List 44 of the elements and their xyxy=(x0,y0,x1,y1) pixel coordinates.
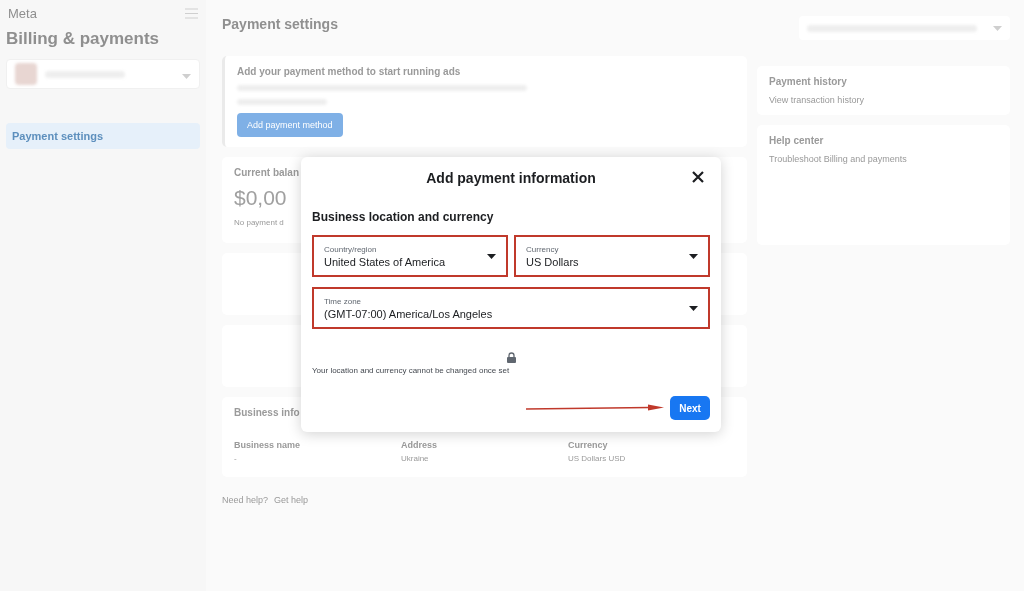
dialog-title: Add payment information xyxy=(426,170,596,186)
field-value: (GMT-07:00) America/Los Angeles xyxy=(324,307,493,320)
field-value: - xyxy=(234,454,237,463)
card-title: Payment history xyxy=(769,76,847,87)
close-button[interactable] xyxy=(690,169,706,185)
card-title: Help center xyxy=(769,135,824,146)
account-dropdown[interactable] xyxy=(799,16,1010,40)
card-title: Current balan xyxy=(234,167,299,178)
note-text: Your location and currency cannot be changed once set xyxy=(312,366,510,375)
caret-icon xyxy=(487,253,496,259)
account-picker[interactable] xyxy=(6,59,200,89)
sidebar-item[interactable]: Payment settings xyxy=(6,123,200,149)
caret-icon xyxy=(993,25,1002,31)
menu-icon[interactable] xyxy=(185,8,198,19)
balance-note: No payment d xyxy=(234,218,284,227)
alert-title: Add your payment method to start running ads xyxy=(237,66,461,77)
get-help-link[interactable]: Get help xyxy=(274,495,309,505)
add-payment-button[interactable]: Add payment method xyxy=(237,113,343,137)
field-label: Business name xyxy=(234,440,301,450)
field-label: Country/region xyxy=(324,244,377,254)
field-label: Time zone xyxy=(324,296,362,306)
caret-icon xyxy=(689,305,698,311)
caret-icon xyxy=(689,253,698,259)
transaction-history-link[interactable]: View transaction history xyxy=(769,95,864,105)
field-label: Currency xyxy=(568,440,608,450)
next-button[interactable]: Next xyxy=(670,396,710,420)
caret-icon xyxy=(182,74,191,79)
card-title: Business info xyxy=(234,407,300,418)
dropdown-field[interactable]: Country/region United States of America xyxy=(312,235,508,277)
avatar xyxy=(15,63,37,85)
section-heading: Business location and currency xyxy=(312,210,495,224)
logo: Meta xyxy=(8,6,37,21)
dropdown-field[interactable]: Currency US Dollars xyxy=(514,235,710,277)
section-title: Payment settings xyxy=(222,16,338,34)
field-label: Currency xyxy=(526,244,559,254)
balance-amount: $0,00 xyxy=(234,186,287,210)
page-title: Billing & payments xyxy=(6,29,161,49)
field-value: United States of America xyxy=(324,255,446,268)
help-text: Need help? xyxy=(222,495,269,505)
field-label: Address xyxy=(401,440,437,450)
field-value: US Dollars xyxy=(526,255,579,268)
lock-icon xyxy=(506,352,516,363)
dropdown-field[interactable]: Time zone (GMT-07:00) America/Los Angeles xyxy=(312,287,710,329)
troubleshoot-link[interactable]: Troubleshoot Billing and payments xyxy=(769,154,907,164)
